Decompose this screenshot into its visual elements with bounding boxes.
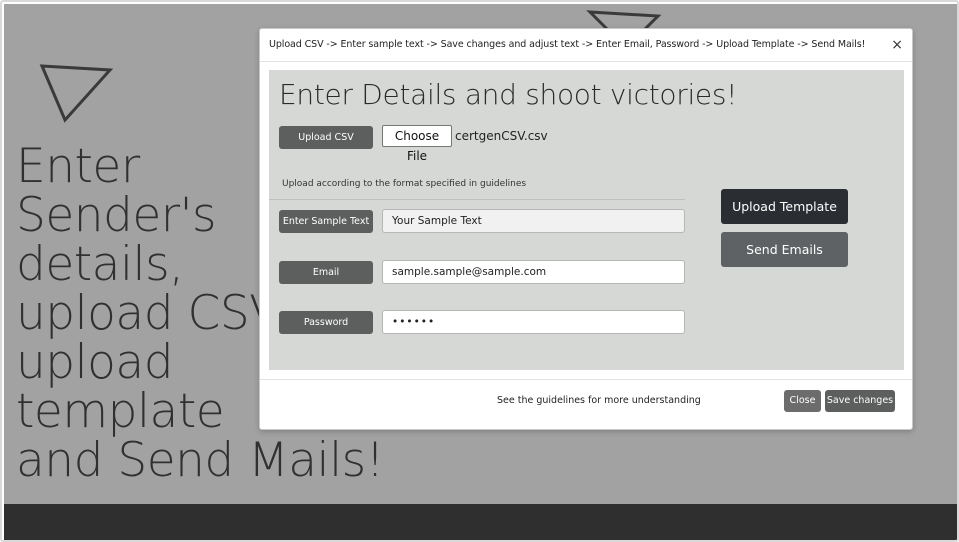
send-emails-button[interactable]: Send Emails [721, 232, 848, 267]
save-changes-button[interactable]: Save changes [825, 390, 895, 412]
upload-template-button[interactable]: Upload Template [721, 189, 848, 224]
modal-header: Upload CSV -> Enter sample text -> Save … [260, 29, 912, 62]
page-footer-bar [4, 504, 957, 540]
body-heading: Enter Details and shoot victories! [279, 78, 738, 111]
email-button[interactable]: Email [279, 261, 373, 284]
password-button[interactable]: Password [279, 311, 373, 334]
sample-text-input[interactable]: Your Sample Text [382, 209, 685, 233]
hero-line: and Send Mails! [16, 433, 384, 488]
upload-hint: Upload according to the format specified… [282, 179, 527, 189]
guidelines-text: See the guidelines for more understandin… [497, 395, 701, 406]
sample-text-button[interactable]: Enter Sample Text [279, 210, 373, 233]
close-button[interactable]: Close [784, 390, 821, 412]
password-field[interactable]: •••••• [382, 310, 685, 334]
divider [269, 199, 685, 200]
screen-frame: Enter Sender's details, upload CSV , upl… [0, 0, 959, 542]
triangle-outline-icon [39, 64, 114, 123]
modal-body: Enter Details and shoot victories! Uploa… [269, 70, 904, 370]
close-icon[interactable]: × [891, 38, 903, 52]
modal-title: Upload CSV -> Enter sample text -> Save … [269, 39, 866, 50]
choose-file-button[interactable]: Choose File [382, 125, 452, 163]
selected-file-name: certgenCSV.csv [455, 129, 548, 143]
modal-footer: See the guidelines for more understandin… [260, 379, 912, 431]
email-field[interactable]: sample.sample@sample.com [382, 260, 685, 284]
details-modal: Upload CSV -> Enter sample text -> Save … [259, 28, 913, 430]
upload-csv-button[interactable]: Upload CSV [279, 126, 373, 149]
